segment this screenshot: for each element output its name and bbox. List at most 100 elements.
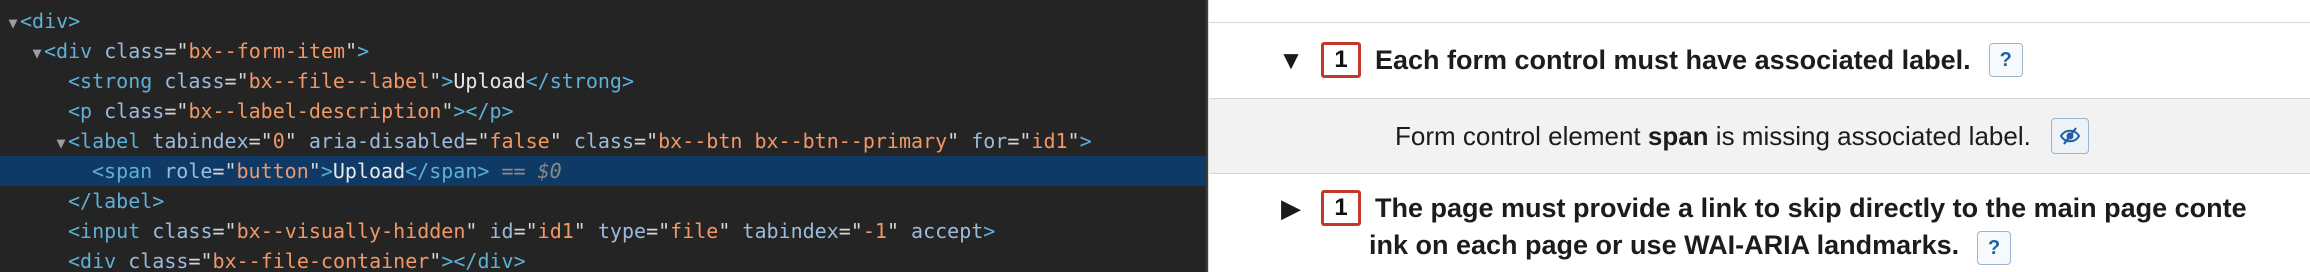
code-token: =" <box>646 219 671 243</box>
code-token: =" <box>212 219 237 243</box>
help-button[interactable]: ? <box>1977 231 2012 265</box>
code-token: > <box>441 69 454 93</box>
code-token: =" <box>164 99 189 123</box>
code-token: =" <box>1007 129 1032 153</box>
code-token: aria-disabled <box>308 129 466 153</box>
code-token: class <box>104 39 165 63</box>
dom-node-line[interactable]: <strong class="bx--file--label">Upload</… <box>0 66 1206 96</box>
expand-triangle-icon[interactable]: ▼ <box>54 128 68 158</box>
code-token: role <box>164 159 213 183</box>
code-token: > <box>357 39 370 63</box>
code-token: ></p> <box>453 99 514 123</box>
divider <box>1209 173 2310 174</box>
code-token: =" <box>224 69 249 93</box>
code-token: =" <box>838 219 863 243</box>
code-token: bx--visually-hidden <box>236 219 466 243</box>
code-token: > <box>983 219 996 243</box>
code-token: bx--btn bx--btn--primary <box>658 129 948 153</box>
dom-node-line[interactable]: <div class="bx--file-container"></div> <box>0 246 1206 272</box>
code-token: Upload <box>453 69 526 93</box>
code-token: =" <box>188 249 213 272</box>
accessibility-results-panel: ▼ 1 Each form control must have associat… <box>1208 0 2310 272</box>
code-token: bx--label-description <box>188 99 442 123</box>
dom-node-line[interactable]: <span role="button">Upload</span> == $0 <box>0 156 1206 186</box>
code-token: class <box>573 129 635 153</box>
code-token: </strong> <box>525 69 634 93</box>
code-token: for <box>971 129 1008 153</box>
code-token: " <box>947 129 972 153</box>
help-button[interactable]: ? <box>1988 43 2023 77</box>
code-token: " <box>429 249 442 272</box>
code-token: == $0 <box>489 159 562 183</box>
code-token: <div <box>44 39 105 63</box>
code-token: <label <box>68 129 153 153</box>
code-token: Upload <box>332 159 406 183</box>
code-token: <strong <box>68 69 165 93</box>
code-token: </label> <box>68 189 165 213</box>
code-token: id1 <box>1031 129 1068 153</box>
rule-title-line-2: ink on each page or use WAI-ARIA landmar… <box>1369 230 1960 260</box>
code-token: " <box>573 219 598 243</box>
rule-row-skip-link[interactable]: ▶ 1 The page must provide a link to skip… <box>1277 186 2247 230</box>
code-token: type <box>597 219 647 243</box>
dom-node-line[interactable]: </label> <box>0 186 1206 216</box>
code-token: > <box>1079 129 1092 153</box>
dom-node-line[interactable]: ▼ <div> <box>0 6 1206 36</box>
code-token: id <box>489 219 514 243</box>
code-token: " <box>429 69 442 93</box>
code-token: <input <box>68 219 153 243</box>
code-token: =" <box>513 219 538 243</box>
code-token: ></div> <box>441 249 526 272</box>
violation-count-badge: 1 <box>1321 190 1361 226</box>
code-token: <span <box>92 159 165 183</box>
code-token: bx--file-container <box>212 249 430 272</box>
violation-detail-row[interactable]: Form control element span is missing ass… <box>1209 99 2310 173</box>
expand-triangle-icon[interactable]: ▼ <box>6 8 20 38</box>
code-token: class <box>152 219 213 243</box>
rule-title-line-1: The page must provide a link to skip dir… <box>1375 192 2247 223</box>
code-token: bx--form-item <box>188 39 346 63</box>
elements-panel: ▼ <div> ▼ <div class="bx--form-item"> <stron… <box>0 0 1208 272</box>
detail-suffix: is missing associated label. <box>1708 120 2031 151</box>
code-token: <p <box>68 99 105 123</box>
code-token: button <box>236 159 309 183</box>
dom-node-line[interactable]: <input class="bx--visually-hidden" id="i… <box>0 216 1206 246</box>
code-token: false <box>489 129 550 153</box>
expand-triangle-icon[interactable]: ▼ <box>30 38 44 68</box>
code-token: =" <box>248 129 273 153</box>
code-token: > <box>320 159 333 183</box>
code-token: =" <box>465 129 490 153</box>
code-token: file <box>670 219 719 243</box>
detail-element: span <box>1647 120 1709 151</box>
code-token: tabindex <box>152 129 249 153</box>
top-divider <box>1209 22 2310 23</box>
code-token: <div <box>68 249 129 272</box>
expand-toggle-icon[interactable]: ▼ <box>1277 45 1305 76</box>
code-token: " <box>345 39 358 63</box>
code-token: bx--file--label <box>248 69 430 93</box>
code-token: class <box>164 69 225 93</box>
code-token: class <box>104 99 165 123</box>
code-token: " <box>886 219 912 243</box>
code-token: -1 <box>862 219 887 243</box>
code-token: " <box>308 159 321 183</box>
code-token: " <box>1067 129 1080 153</box>
dom-node-line[interactable]: ▼ <div class="bx--form-item"> <box>0 36 1206 66</box>
code-token: 0 <box>272 129 285 153</box>
collapsed-toggle-icon[interactable]: ▶ <box>1277 193 1305 224</box>
code-token: =" <box>634 129 659 153</box>
violation-detail-text: Form control element span is missing ass… <box>1395 121 2031 152</box>
code-token: </span> <box>405 159 490 183</box>
rule-row-form-label[interactable]: ▼ 1 Each form control must have associat… <box>1277 38 2310 82</box>
dom-node-line[interactable]: <p class="bx--label-description"></p> <box>0 96 1206 126</box>
eye-slash-icon[interactable] <box>2050 118 2089 154</box>
rule-title: Each form control must have associated l… <box>1375 44 1971 75</box>
dom-node-line[interactable]: ▼ <label tabindex="0" aria-disabled="fals… <box>0 126 1206 156</box>
code-token: tabindex <box>742 219 839 243</box>
code-token: class <box>128 249 189 272</box>
code-token: " <box>465 219 490 243</box>
code-token: " <box>284 129 309 153</box>
detail-prefix: Form control element <box>1395 120 1648 151</box>
code-token: " <box>718 219 743 243</box>
rule-title-line-2-wrap: ink on each page or use WAI-ARIA landmar… <box>1369 230 2012 265</box>
